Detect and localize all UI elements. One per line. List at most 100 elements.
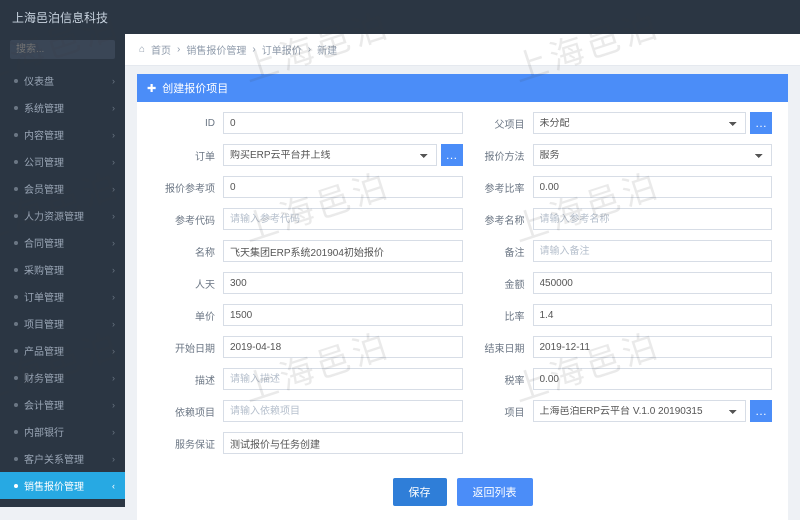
- sidebar-item-label: 产品管理: [24, 343, 64, 358]
- chevron-right-icon: ›: [112, 346, 115, 356]
- sidebar-item-bank[interactable]: 内部银行›: [0, 418, 125, 445]
- select-order[interactable]: 购买ERP云平台并上线: [223, 144, 437, 166]
- input-refname[interactable]: [533, 208, 773, 230]
- label-refname: 参考名称: [463, 212, 533, 227]
- input-manday[interactable]: [223, 272, 463, 294]
- sidebar-item-label: 财务管理: [24, 370, 64, 385]
- sidebar-item-content[interactable]: 内容管理›: [0, 121, 125, 148]
- sidebar-item-label: 仪表盘: [24, 73, 54, 88]
- sidebar-item-order[interactable]: 订单管理 ›: [0, 283, 125, 310]
- sidebar-item-sales-quote[interactable]: 销售报价管理 ‹: [0, 472, 125, 499]
- brand: 上海邑泊信息科技: [12, 9, 108, 26]
- sidebar-item-crm[interactable]: 客户关系管理›: [0, 445, 125, 472]
- crumb-c: 新建: [317, 42, 337, 57]
- label-price: 单价: [153, 308, 223, 323]
- input-desc[interactable]: [223, 368, 463, 390]
- input-name[interactable]: [223, 240, 463, 262]
- search-input[interactable]: [10, 40, 115, 59]
- label-tax: 税率: [463, 372, 533, 387]
- chevron-right-icon: ›: [112, 373, 115, 383]
- label-name: 名称: [153, 244, 223, 259]
- crumb-home[interactable]: 首页: [151, 42, 171, 57]
- input-remark[interactable]: [533, 240, 773, 262]
- chevron-right-icon: ›: [112, 130, 115, 140]
- label-amount: 金额: [463, 276, 533, 291]
- input-svcguar[interactable]: [223, 432, 463, 454]
- sidebar-item-label: 订单管理: [24, 289, 64, 304]
- input-refcode[interactable]: [223, 208, 463, 230]
- sidebar-item-contract[interactable]: 合同管理 ›: [0, 229, 125, 256]
- input-refrate[interactable]: [533, 176, 773, 198]
- input-dep[interactable]: [223, 400, 463, 422]
- crumb-a[interactable]: 销售报价管理: [186, 42, 246, 57]
- sidebar-item-label: 会员管理: [24, 181, 64, 196]
- chevron-right-icon: ›: [112, 184, 115, 194]
- parent-action-button[interactable]: …: [750, 112, 772, 134]
- label-proj: 项目: [463, 404, 533, 419]
- crumb-sep: ›: [308, 44, 311, 55]
- breadcrumb: ⌂ 首页 › 销售报价管理 › 订单报价 › 新建: [125, 34, 800, 66]
- crumb-sep: ›: [252, 44, 255, 55]
- input-ratio[interactable]: [533, 304, 773, 326]
- sidebar-item-label: 人力资源管理: [24, 208, 84, 223]
- chevron-right-icon: ›: [112, 211, 115, 221]
- back-button[interactable]: 返回列表: [457, 478, 533, 506]
- sidebar-item-accounting[interactable]: 会计管理›: [0, 391, 125, 418]
- select-method[interactable]: 服务: [533, 144, 773, 166]
- chevron-right-icon: ›: [112, 76, 115, 86]
- plus-icon: ✚: [147, 82, 156, 95]
- sidebar-item-company[interactable]: 公司管理 ›: [0, 148, 125, 175]
- chevron-right-icon: ›: [112, 292, 115, 302]
- sidebar-item-label: 销售报价管理: [24, 478, 84, 493]
- save-button[interactable]: 保存: [393, 478, 447, 506]
- sidebar-sub-product[interactable]: 产品维护: [24, 503, 125, 507]
- input-tax[interactable]: [533, 368, 773, 390]
- sidebar-item-hr[interactable]: 人力资源管理 ›: [0, 202, 125, 229]
- sidebar-item-project[interactable]: 项目管理 ›: [0, 310, 125, 337]
- input-end-date[interactable]: [533, 336, 773, 358]
- sidebar-item-dashboard[interactable]: 仪表盘 ›: [0, 67, 125, 94]
- sidebar-item-product[interactable]: 产品管理 ›: [0, 337, 125, 364]
- panel-header: ✚ 创建报价项目: [137, 74, 788, 102]
- sidebar-item-label: 公司管理: [24, 154, 64, 169]
- sidebar-item-system[interactable]: 系统管理 ›: [0, 94, 125, 121]
- crumb-b[interactable]: 订单报价: [262, 42, 302, 57]
- label-parent: 父项目: [463, 116, 533, 131]
- label-method: 报价方法: [463, 148, 533, 163]
- select-proj[interactable]: 上海邑泊ERP云平台 V.1.0 20190315: [533, 400, 747, 422]
- chevron-right-icon: ›: [112, 103, 115, 113]
- sidebar-item-label: 项目管理: [24, 316, 64, 331]
- input-id[interactable]: [223, 112, 463, 134]
- select-parent[interactable]: 未分配: [533, 112, 747, 134]
- label-baseref: 报价参考项: [153, 180, 223, 195]
- label-order: 订单: [153, 148, 223, 163]
- order-action-button[interactable]: …: [441, 144, 463, 166]
- input-start-date[interactable]: [223, 336, 463, 358]
- input-amount[interactable]: [533, 272, 773, 294]
- sidebar-item-purchase[interactable]: 采购管理›: [0, 256, 125, 283]
- chevron-right-icon: ›: [112, 157, 115, 167]
- input-price[interactable]: [223, 304, 463, 326]
- input-baseref[interactable]: [223, 176, 463, 198]
- label-remark: 备注: [463, 244, 533, 259]
- proj-action-button[interactable]: …: [750, 400, 772, 422]
- chevron-right-icon: ›: [112, 238, 115, 248]
- chevron-left-icon: ‹: [112, 481, 115, 491]
- main: ⌂ 首页 › 销售报价管理 › 订单报价 › 新建 ✚ 创建报价项目 ID 父项…: [125, 34, 800, 507]
- sidebar-item-label: 系统管理: [24, 100, 64, 115]
- sidebar-item-label: 采购管理: [24, 262, 64, 277]
- home-icon[interactable]: ⌂: [139, 44, 145, 55]
- sidebar-nav: 仪表盘 › 系统管理 › 内容管理› 公司管理 › 会员管理 › 人力资源管理 › 合同管…: [0, 67, 125, 507]
- label-ratio: 比率: [463, 308, 533, 323]
- label-id: ID: [153, 118, 223, 129]
- label-refcode: 参考代码: [153, 212, 223, 227]
- sidebar-item-finance[interactable]: 财务管理 ›: [0, 364, 125, 391]
- form-actions: 保存 返回列表: [137, 470, 788, 520]
- sidebar-item-label: 内部银行: [24, 424, 64, 439]
- label-manday: 人天: [153, 276, 223, 291]
- sidebar-item-member[interactable]: 会员管理 ›: [0, 175, 125, 202]
- label-end: 结束日期: [463, 340, 533, 355]
- chevron-right-icon: ›: [112, 319, 115, 329]
- sidebar-item-label: 合同管理: [24, 235, 64, 250]
- topbar: 上海邑泊信息科技: [0, 0, 800, 34]
